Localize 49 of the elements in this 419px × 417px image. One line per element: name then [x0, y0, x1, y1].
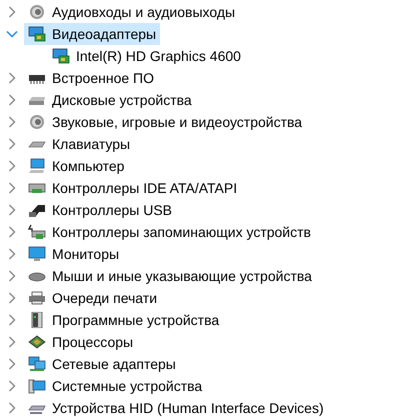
tree-item[interactable]: Системные устройства	[24, 375, 206, 397]
tree-item[interactable]: Клавиатуры	[24, 133, 134, 155]
tree-item[interactable]: Видеоадаптеры	[24, 23, 160, 45]
chevron-right-icon[interactable]	[8, 314, 16, 326]
chevron-right-icon[interactable]	[8, 138, 16, 150]
storage-controller-icon	[28, 224, 46, 240]
chevron-right-icon[interactable]	[8, 94, 16, 106]
tree-item[interactable]: Мыши и иные указывающие устройства	[24, 265, 316, 287]
speaker-icon	[28, 4, 46, 20]
monitor-icon	[28, 246, 46, 262]
chevron-right-icon[interactable]	[8, 402, 16, 414]
chevron-down-icon[interactable]	[6, 30, 18, 38]
tree-item[interactable]: Контроллеры запоминающих устройств	[24, 221, 315, 243]
display-adapter-icon	[52, 48, 70, 64]
chevron-right-icon[interactable]	[8, 248, 16, 260]
processor-icon	[28, 334, 46, 350]
plug-icon	[28, 202, 46, 218]
tree-item[interactable]: Звуковые, игровые и видеоустройства	[24, 111, 306, 133]
chevron-right-icon[interactable]	[8, 160, 16, 172]
tree-item[interactable]: Контроллеры IDE ATA/ATAPI	[24, 177, 242, 199]
chevron-right-icon[interactable]	[8, 116, 16, 128]
network-icon	[28, 356, 46, 372]
printer-icon	[28, 290, 46, 306]
tree-item[interactable]: Процессоры	[24, 331, 138, 353]
chevron-right-icon[interactable]	[8, 358, 16, 370]
chevron-right-icon[interactable]	[8, 380, 16, 392]
tree-item[interactable]: Контроллеры USB	[24, 199, 176, 221]
tree-item[interactable]: Программные устройства	[24, 309, 224, 331]
chevron-right-icon[interactable]	[8, 72, 16, 84]
chevron-right-icon[interactable]	[8, 270, 16, 282]
tree-item[interactable]: Intel(R) HD Graphics 4600	[48, 45, 245, 67]
tree-item[interactable]: Сетевые адаптеры	[24, 353, 180, 375]
chevron-right-icon[interactable]	[8, 226, 16, 238]
computer-icon	[28, 158, 46, 174]
chevron-right-icon[interactable]	[8, 204, 16, 216]
chevron-right-icon[interactable]	[8, 182, 16, 194]
tree-item[interactable]: Компьютер	[24, 155, 128, 177]
speaker-icon	[28, 114, 46, 130]
chevron-right-icon[interactable]	[8, 292, 16, 304]
tree-item[interactable]: Устройства HID (Human Interface Devices)	[24, 397, 328, 417]
chevron-right-icon[interactable]	[8, 6, 16, 18]
tree-item[interactable]: Очереди печати	[24, 287, 162, 309]
tree-item[interactable]: Мониторы	[24, 243, 124, 265]
tree-item[interactable]: Встроенное ПО	[24, 67, 158, 89]
system-icon	[28, 378, 46, 394]
chevron-right-icon[interactable]	[8, 336, 16, 348]
tree-item[interactable]: Аудиовходы и аудиовыходы	[24, 1, 240, 23]
tree-item[interactable]: Дисковые устройства	[24, 89, 196, 111]
display-adapter-icon	[28, 26, 46, 42]
